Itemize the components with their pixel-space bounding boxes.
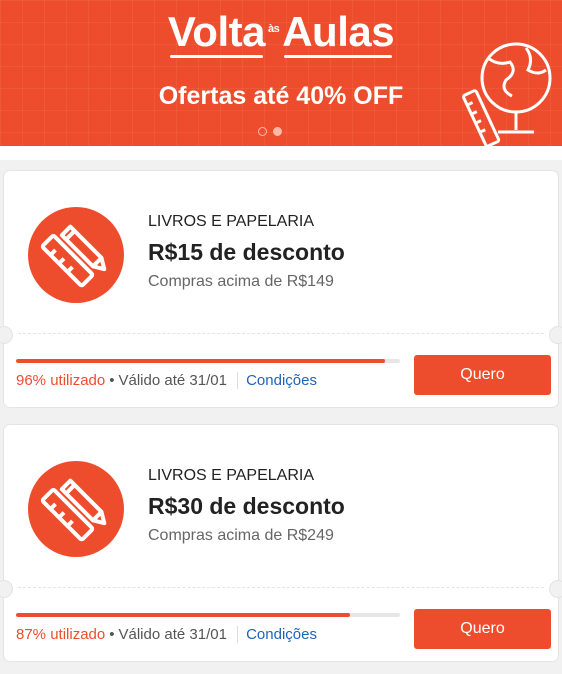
voucher-category: LIVROS E PAPELARIA [148,213,314,230]
voucher-amount: R$30 de desconto [148,493,345,519]
usage-progress-bar [16,359,400,363]
carousel-dot[interactable] [258,127,267,136]
carousel-dots [258,127,282,136]
promo-banner[interactable]: Volta àsAulas Ofertas até 40% OFF [0,0,562,146]
validity-date: Válido até 31/01 [118,626,227,643]
voucher-icon-circle [28,461,124,557]
voucher-min-purchase: Compras acima de R$149 [148,273,334,290]
separator-dot: • [109,372,115,389]
voucher-divider [18,333,544,334]
voucher-card: LIVROS E PAPELARIA R$30 de desconto Comp… [0,424,562,662]
usage-progress-fill [16,359,385,363]
voucher-amount: R$15 de desconto [148,239,345,265]
usage-percent: 87% utilizado [16,626,106,643]
voucher-icon-circle [28,207,124,303]
voucher-card: LIVROS E PAPELARIA R$15 de desconto Comp… [0,170,562,408]
usage-percent: 96% utilizado [16,372,106,389]
voucher-divider [18,587,544,588]
voucher-meta: 87% utilizado • Válido até 31/01 Condições [16,626,317,643]
separator-dot: • [109,626,115,643]
usage-progress-fill [16,613,351,617]
claim-voucher-button[interactable]: Quero [414,609,551,649]
voucher-meta: 96% utilizado • Válido até 31/01 Condições [16,372,317,389]
conditions-link[interactable]: Condições [237,372,317,389]
divider-strip [0,146,562,160]
voucher-category: LIVROS E PAPELARIA [148,467,314,484]
voucher-min-purchase: Compras acima de R$249 [148,527,334,544]
usage-progress-bar [16,613,400,617]
pencil-ruler-icon [40,224,107,288]
validity-date: Válido até 31/01 [118,372,227,389]
banner-title-part2: Aulas [282,8,395,58]
ruler-icon [462,89,501,146]
conditions-link[interactable]: Condições [237,626,317,643]
carousel-dot-active[interactable] [273,127,282,136]
pencil-ruler-icon [40,478,107,542]
banner-title-part1: Volta [167,8,265,58]
claim-voucher-button[interactable]: Quero [414,355,551,395]
banner-title-small: às [267,22,280,35]
